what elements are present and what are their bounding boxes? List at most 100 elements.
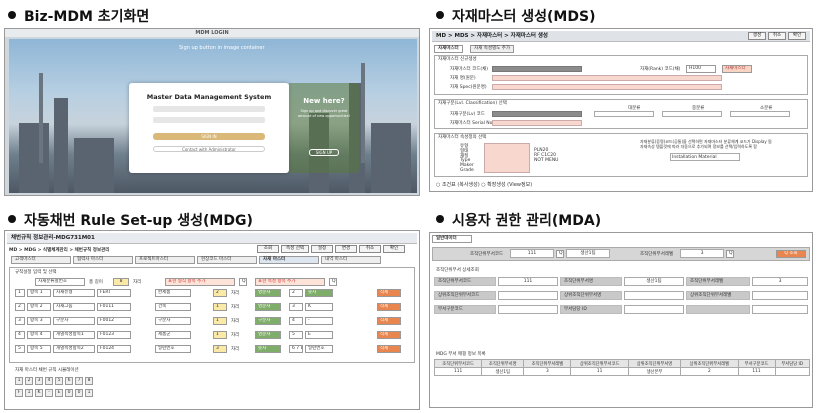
mda-level-input[interactable]: 3: [680, 249, 724, 258]
rule-row-delete-button[interactable]: 삭제: [377, 303, 401, 311]
add-format-item-button[interactable]: 표현 형식 항목 추가: [165, 278, 235, 286]
rule-row-length[interactable]: 1: [213, 303, 227, 311]
rule-row-type[interactable]: 구분자: [155, 317, 191, 325]
inst-label: Installation Material: [672, 155, 717, 160]
rule-row-delete-button[interactable]: 삭제: [377, 317, 401, 325]
rule-row-type[interactable]: 제품군: [155, 331, 191, 339]
mda-code-search-icon[interactable]: Q: [556, 250, 564, 258]
mda-title-tab[interactable]: 일반데이터: [432, 235, 472, 243]
rule-row-name[interactable]: 자재유형: [53, 289, 95, 297]
tab-detail[interactable]: 내역 마스터: [321, 256, 381, 264]
rule-row-kind[interactable]: 숫자: [255, 345, 281, 353]
tab-material-master[interactable]: 자재마스터: [434, 45, 463, 53]
mda-search-button[interactable]: Q 조회: [776, 250, 806, 258]
tab-customer[interactable]: 고객마스터: [11, 256, 71, 264]
admin-contact-button[interactable]: Contact with Administrator: [153, 146, 265, 152]
mda-level-search-icon[interactable]: Q: [726, 250, 734, 258]
mda-table-cell[interactable]: 2: [680, 367, 739, 376]
tab-attr-add[interactable]: 자재 속성별도 추가: [470, 45, 514, 53]
rule-row-delete-button[interactable]: 삭제: [377, 331, 401, 339]
rule-row-length[interactable]: 1: [213, 317, 227, 325]
class-code-field[interactable]: [492, 111, 582, 117]
rule-row-type[interactable]: 일련번호: [155, 345, 191, 353]
tab-project[interactable]: 프로젝트마스터: [135, 256, 195, 264]
serial-field[interactable]: [492, 120, 582, 126]
rule-row-kind2[interactable]: 숫자: [305, 289, 333, 297]
mat-code-field[interactable]: [492, 66, 582, 72]
mds-footer-options[interactable]: ○ 조건표 (복사생성) ○ 확장생성 (View정보): [436, 181, 532, 188]
mda-dept-name-input[interactable]: 생산1팀: [566, 249, 610, 258]
mda-detail-value[interactable]: [624, 305, 684, 314]
mda-detail-value[interactable]: [624, 291, 684, 300]
sim-value: 0: [65, 389, 73, 397]
rule-row-name[interactable]: 개별속성항목2: [53, 345, 95, 353]
mda-table-cell[interactable]: 11: [570, 367, 629, 376]
rank-code-field[interactable]: H100: [686, 65, 716, 73]
username-input[interactable]: [153, 106, 265, 112]
mdg-set-button[interactable]: 설정: [311, 245, 333, 253]
rule-row-length[interactable]: 3: [213, 345, 227, 353]
mds-cancel-button[interactable]: 취소: [768, 32, 786, 40]
class-large-select[interactable]: [594, 111, 654, 117]
rule-row-length[interactable]: 1: [213, 331, 227, 339]
mdg-cancel-button[interactable]: 취소: [359, 245, 381, 253]
mda-table-cell[interactable]: 생산본부: [627, 367, 682, 376]
mda-table-cell[interactable]: 111: [737, 367, 776, 376]
rule-row-code[interactable]: FERT: [97, 289, 131, 297]
rule-row-name[interactable]: 개별속성항목1: [53, 331, 95, 339]
rule-row-kind[interactable]: 구분자: [255, 317, 281, 325]
rule-row-code[interactable]: F0111: [97, 303, 131, 311]
mdg-confirm-button[interactable]: 확인: [383, 245, 405, 253]
mda-table-cell[interactable]: 생산1팀: [481, 367, 525, 376]
rule-row-kind2[interactable]: E: [305, 331, 333, 339]
rule-row-type[interactable]: 완제품: [155, 289, 191, 297]
mat-spec-field[interactable]: [492, 84, 722, 90]
class-small-select[interactable]: [730, 111, 790, 117]
mda-table-cell[interactable]: 111: [433, 367, 483, 376]
mds-create-button[interactable]: 생성: [748, 32, 766, 40]
password-input[interactable]: [153, 117, 265, 123]
rule-row-name[interactable]: 구분자: [53, 317, 95, 325]
add-attr-item-button[interactable]: 표현 속성 항목 추가: [255, 278, 325, 286]
mda-detail-value[interactable]: [752, 305, 808, 314]
mda-detail-value[interactable]: 111: [498, 277, 558, 286]
rule-row-delete-button[interactable]: 삭제: [377, 345, 401, 353]
mda-table-cell[interactable]: 3: [523, 367, 572, 376]
tab-site[interactable]: 현장코드 마스터: [197, 256, 257, 264]
mda-detail-value[interactable]: 3: [752, 277, 808, 286]
rule-row-name[interactable]: 자재그룹: [53, 303, 95, 311]
signin-button[interactable]: SIGN IN: [153, 133, 265, 140]
attr-grid[interactable]: [484, 143, 530, 173]
class-mid-select[interactable]: [662, 111, 722, 117]
rule-row-kind2[interactable]: -: [305, 317, 333, 325]
mat-name-field[interactable]: [492, 75, 722, 81]
search-format-icon[interactable]: Q: [239, 278, 247, 286]
rule-select[interactable]: 자재분류별번호: [35, 278, 85, 286]
rule-row-kind[interactable]: 영문자: [255, 331, 281, 339]
rule-row-code[interactable]: F0012: [97, 317, 131, 325]
rule-row-delete-button[interactable]: 삭제: [377, 289, 401, 297]
mda-detail-value[interactable]: 생산1팀: [624, 277, 684, 286]
mdg-search-button[interactable]: 조회: [257, 245, 279, 253]
rule-row-type[interactable]: 건축: [155, 303, 191, 311]
rule-row-code[interactable]: F0123: [97, 331, 131, 339]
mda-detail-value[interactable]: [752, 291, 808, 300]
total-len-value[interactable]: 8: [113, 278, 129, 286]
rule-row-kind[interactable]: 영문자: [255, 303, 281, 311]
mda-detail-value[interactable]: [498, 291, 558, 300]
mda-dept-code-input[interactable]: 111: [510, 249, 554, 258]
mdg-attr-button[interactable]: 속성 선택: [281, 245, 309, 253]
rule-row-kind2[interactable]: K: [305, 303, 333, 311]
mdg-change-button[interactable]: 변경: [335, 245, 357, 253]
mda-table-cell[interactable]: [774, 367, 810, 376]
rule-row-length[interactable]: 2: [213, 289, 227, 297]
search-attr-icon[interactable]: Q: [329, 278, 337, 286]
tab-material[interactable]: 자재 마스터: [259, 256, 319, 264]
tab-partner[interactable]: 협력사 마스터: [73, 256, 133, 264]
rule-row-code[interactable]: F0124: [97, 345, 131, 353]
rule-row-kind[interactable]: 영문자: [255, 289, 281, 297]
mda-detail-value[interactable]: [498, 305, 558, 314]
signup-button[interactable]: SIGN UP: [309, 149, 339, 156]
rule-row-kind2[interactable]: 일련번호: [305, 345, 333, 353]
mds-confirm-button[interactable]: 확인: [788, 32, 806, 40]
